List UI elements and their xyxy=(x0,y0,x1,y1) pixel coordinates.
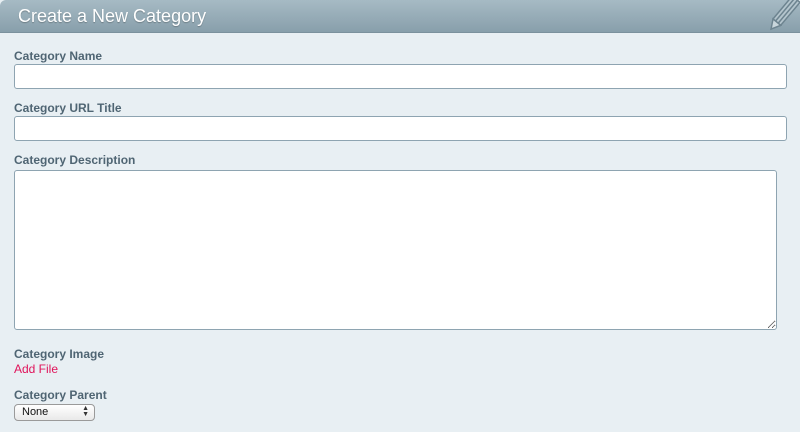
category-description-label: Category Description xyxy=(14,153,136,167)
category-name-label: Category Name xyxy=(14,49,103,63)
category-parent-selected: None xyxy=(22,406,49,418)
panel-header: Create a New Category xyxy=(0,0,800,33)
category-url-title-input[interactable] xyxy=(14,116,787,141)
category-parent-label: Category Parent xyxy=(14,388,107,402)
category-url-title-label: Category URL Title xyxy=(14,101,122,115)
page-title: Create a New Category xyxy=(18,6,207,26)
category-parent-select[interactable]: None ▲ ▼ xyxy=(14,404,95,421)
category-image-label: Category Image xyxy=(14,347,105,361)
category-name-input[interactable] xyxy=(14,64,787,89)
pencil-icon xyxy=(764,0,800,33)
category-description-textarea[interactable] xyxy=(14,170,777,330)
select-arrows-icon: ▲ ▼ xyxy=(82,405,89,418)
add-file-link[interactable]: Add File xyxy=(14,362,58,376)
